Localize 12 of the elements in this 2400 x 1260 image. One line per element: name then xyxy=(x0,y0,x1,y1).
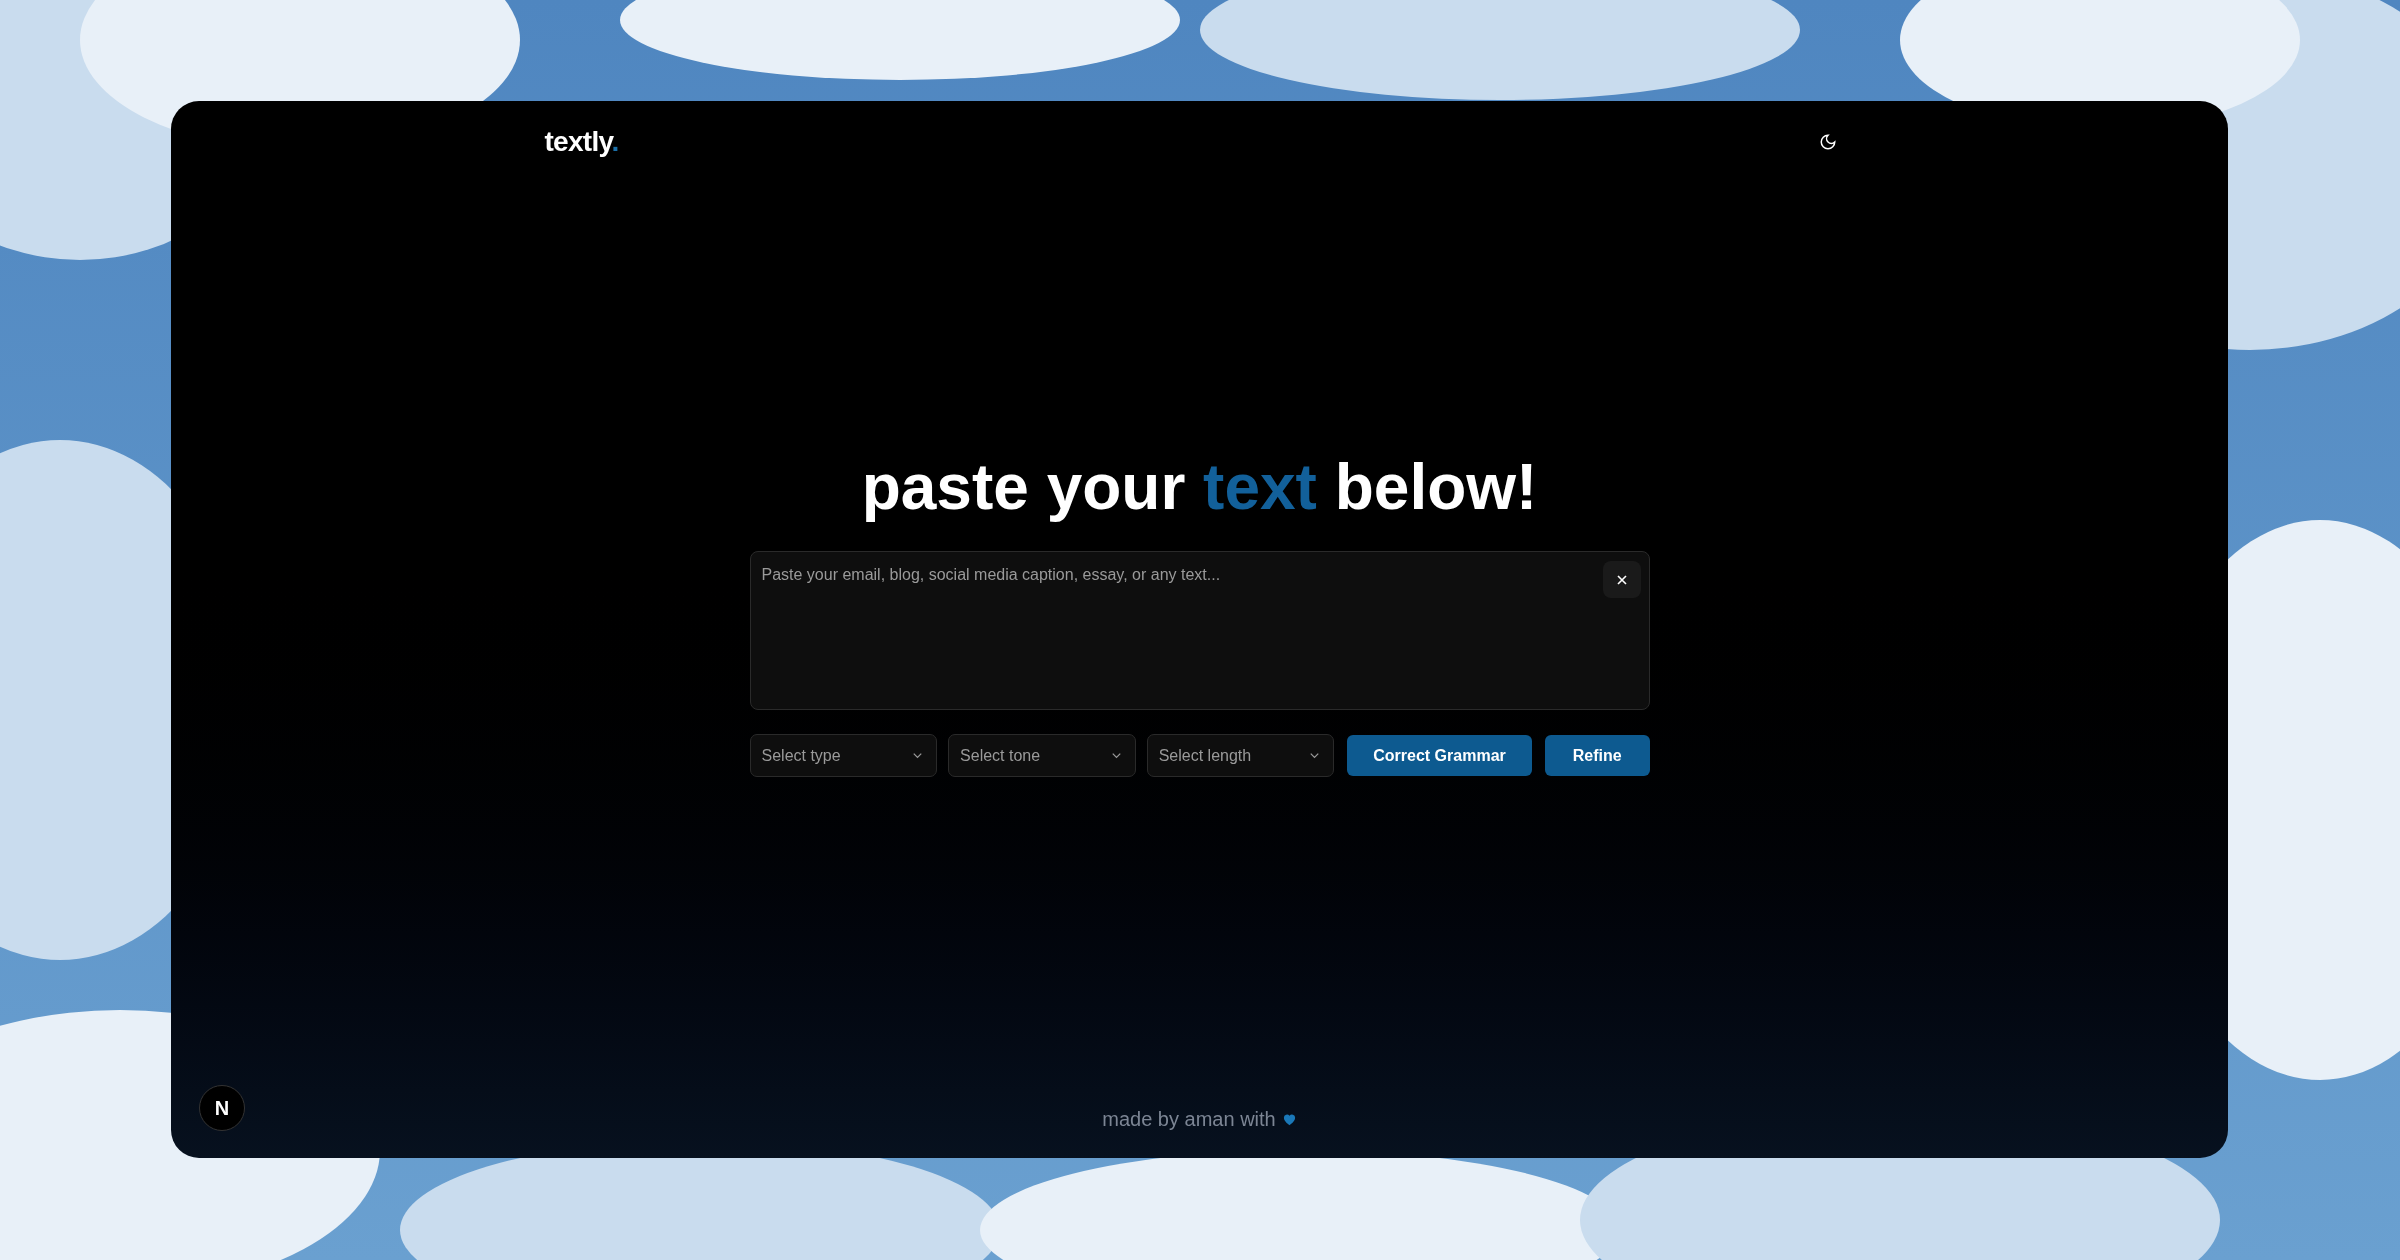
page-heading: paste your text below! xyxy=(860,450,1539,525)
dropdown-select[interactable]: Select length xyxy=(1146,734,1335,777)
dropdown-select[interactable]: Select type xyxy=(749,734,938,777)
correct-button[interactable]: Correct Grammar xyxy=(1347,735,1532,776)
dropdown-select[interactable]: Select tone xyxy=(948,734,1136,777)
footer-text: made by aman with xyxy=(1102,1107,1276,1132)
moon-icon[interactable] xyxy=(1818,133,1837,151)
text-input-field[interactable]: Paste your email, blog, social media caption, essay, or any text... xyxy=(749,551,1650,710)
logo[interactable]: textly. xyxy=(544,121,619,163)
close-button[interactable] xyxy=(1602,561,1641,598)
refine-button[interactable]: Refine xyxy=(1544,735,1650,776)
dev-badge[interactable]: N xyxy=(199,1085,245,1131)
